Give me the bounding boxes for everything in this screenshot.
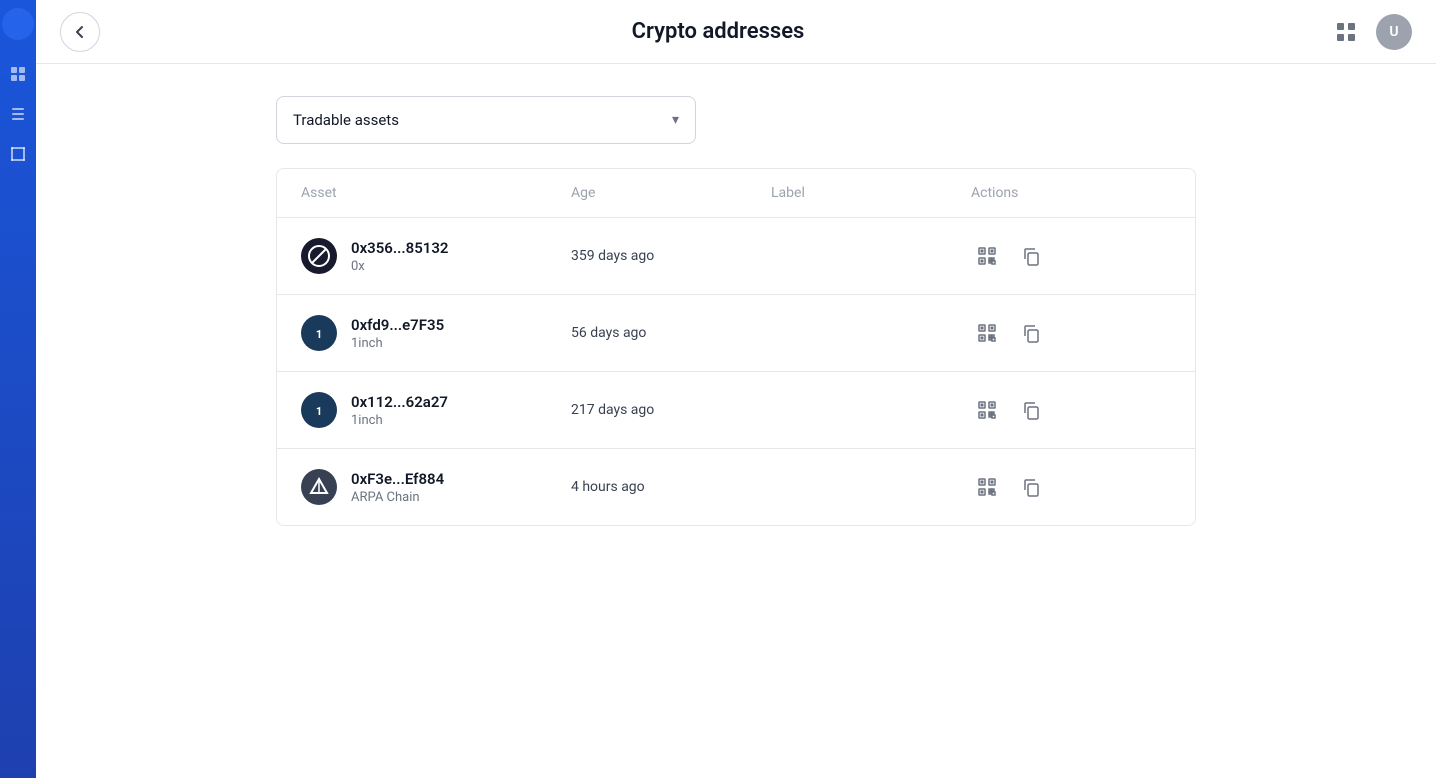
col-header-actions: Actions: [971, 185, 1171, 201]
chevron-down-icon: ▾: [672, 112, 679, 128]
content-area: Tradable assets ▾ Asset Age Label Action…: [36, 64, 1436, 558]
header-left: [60, 12, 100, 52]
asset-cell: 1 0x112...62a27 1inch: [301, 392, 571, 428]
asset-cell: 0x356...85132 0x: [301, 238, 571, 274]
copy-button-0[interactable]: [1015, 240, 1047, 272]
actions-cell-1: [971, 317, 1171, 349]
col-header-age: Age: [571, 185, 771, 201]
avatar[interactable]: U: [1376, 14, 1412, 50]
asset-type-3: ARPA Chain: [351, 490, 444, 505]
dropdown-label: Tradable assets: [293, 111, 399, 129]
asset-icon-3: [301, 469, 337, 505]
sidebar-nav-2[interactable]: [4, 96, 32, 132]
actions-cell-2: [971, 394, 1171, 426]
page-title: Crypto addresses: [632, 19, 805, 44]
qr-code-button-0[interactable]: [971, 240, 1003, 272]
sidebar: [0, 0, 36, 778]
asset-info-2: 0x112...62a27 1inch: [351, 393, 448, 428]
asset-address-1: 0xfd9...e7F35: [351, 316, 444, 334]
table-header: Asset Age Label Actions: [277, 169, 1195, 218]
svg-text:1: 1: [316, 405, 322, 418]
asset-type-2: 1inch: [351, 413, 448, 428]
age-cell-3: 4 hours ago: [571, 479, 771, 495]
copy-button-1[interactable]: [1015, 317, 1047, 349]
age-cell-2: 217 days ago: [571, 402, 771, 418]
sidebar-nav-1[interactable]: [4, 56, 32, 92]
table-row: 1 0x112...62a27 1inch 217 days ago: [277, 372, 1195, 449]
filter-dropdown-wrapper: Tradable assets ▾: [276, 96, 1196, 144]
addresses-table: Asset Age Label Actions 0x356: [276, 168, 1196, 526]
main-wrapper: Crypto addresses U Tradable assets ▾ Ass: [36, 0, 1436, 778]
asset-info-3: 0xF3e...Ef884 ARPA Chain: [351, 470, 444, 505]
asset-info-0: 0x356...85132 0x: [351, 239, 449, 274]
actions-cell-0: [971, 240, 1171, 272]
asset-address-2: 0x112...62a27: [351, 393, 448, 411]
svg-text:1: 1: [316, 328, 322, 341]
grid-view-button[interactable]: [1328, 14, 1364, 50]
copy-button-2[interactable]: [1015, 394, 1047, 426]
asset-type-0: 0x: [351, 259, 449, 274]
header: Crypto addresses U: [36, 0, 1436, 64]
table-row: 0xF3e...Ef884 ARPA Chain 4 hours ago: [277, 449, 1195, 525]
table-row: 0x356...85132 0x 359 days ago: [277, 218, 1195, 295]
asset-type-1: 1inch: [351, 336, 444, 351]
sidebar-nav-3[interactable]: [4, 136, 32, 172]
actions-cell-3: [971, 471, 1171, 503]
age-cell-0: 359 days ago: [571, 248, 771, 264]
back-button[interactable]: [60, 12, 100, 52]
asset-cell: 1 0xfd9...e7F35 1inch: [301, 315, 571, 351]
table-row: 1 0xfd9...e7F35 1inch 56 days ago: [277, 295, 1195, 372]
qr-code-button-1[interactable]: [971, 317, 1003, 349]
qr-code-button-3[interactable]: [971, 471, 1003, 503]
age-cell-1: 56 days ago: [571, 325, 771, 341]
qr-code-button-2[interactable]: [971, 394, 1003, 426]
asset-icon-2: 1: [301, 392, 337, 428]
asset-icon-0: [301, 238, 337, 274]
header-right: U: [1328, 14, 1412, 50]
col-header-asset: Asset: [301, 185, 571, 201]
asset-cell: 0xF3e...Ef884 ARPA Chain: [301, 469, 571, 505]
asset-icon-1: 1: [301, 315, 337, 351]
sidebar-logo: [2, 8, 34, 40]
asset-info-1: 0xfd9...e7F35 1inch: [351, 316, 444, 351]
tradable-assets-dropdown[interactable]: Tradable assets ▾: [276, 96, 696, 144]
col-header-label: Label: [771, 185, 971, 201]
asset-address-0: 0x356...85132: [351, 239, 449, 257]
copy-button-3[interactable]: [1015, 471, 1047, 503]
asset-address-3: 0xF3e...Ef884: [351, 470, 444, 488]
